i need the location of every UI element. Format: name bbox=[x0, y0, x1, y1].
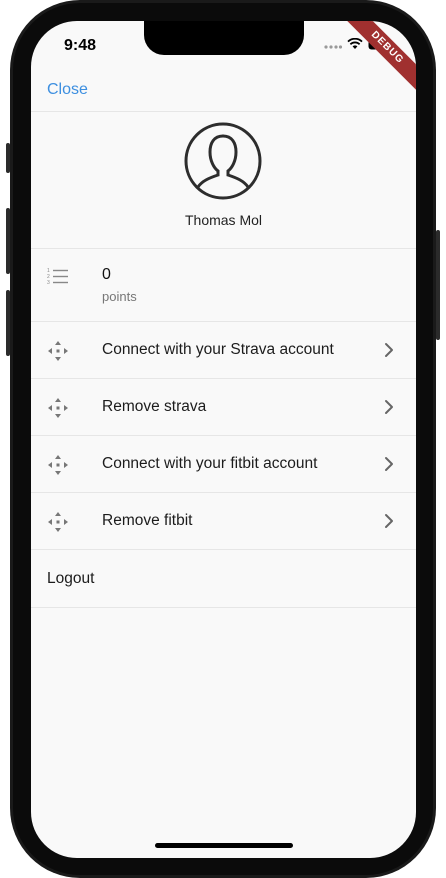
profile-header: Thomas Mol bbox=[31, 112, 416, 249]
silent-switch bbox=[6, 143, 10, 173]
volume-up-button bbox=[6, 208, 10, 274]
move-arrows-icon bbox=[47, 340, 69, 362]
connect-fitbit-label: Connect with your fitbit account bbox=[102, 455, 318, 472]
remove-fitbit-label: Remove fitbit bbox=[102, 512, 193, 529]
chevron-right-icon bbox=[384, 513, 394, 529]
points-value: 0 bbox=[102, 266, 111, 283]
power-button bbox=[436, 230, 440, 340]
display-notch bbox=[144, 21, 304, 55]
points-row: 1 2 3 0 points bbox=[31, 249, 416, 322]
connect-strava-label: Connect with your Strava account bbox=[102, 341, 334, 358]
volume-down-button bbox=[6, 290, 10, 356]
numbered-list-icon: 1 2 3 bbox=[47, 267, 69, 292]
chevron-right-icon bbox=[384, 456, 394, 472]
connect-fitbit-item[interactable]: Connect with your fitbit account bbox=[31, 436, 416, 493]
logout-label: Logout bbox=[47, 570, 95, 587]
logout-button[interactable]: Logout bbox=[31, 551, 416, 608]
remove-strava-label: Remove strava bbox=[102, 398, 207, 415]
points-label: points bbox=[102, 289, 137, 304]
top-nav-bar: Close bbox=[31, 71, 416, 112]
move-arrows-icon bbox=[47, 511, 69, 533]
chevron-right-icon bbox=[384, 342, 394, 358]
remove-strava-item[interactable]: Remove strava bbox=[31, 379, 416, 436]
profile-name: Thomas Mol bbox=[184, 212, 263, 228]
home-indicator[interactable] bbox=[155, 843, 293, 848]
wifi-icon bbox=[347, 37, 363, 55]
connect-strava-item[interactable]: Connect with your Strava account bbox=[31, 322, 416, 379]
app-screen: 9:48 DEBUG Close Thomas Mol 1 2 3 0 poin… bbox=[31, 21, 416, 858]
person-outline-icon bbox=[183, 121, 263, 201]
move-arrows-icon bbox=[47, 397, 69, 419]
svg-text:3: 3 bbox=[47, 280, 50, 286]
chevron-right-icon bbox=[384, 399, 394, 415]
status-time: 9:48 bbox=[64, 37, 97, 54]
signal-dots-icon bbox=[324, 37, 343, 55]
close-button[interactable]: Close bbox=[47, 81, 88, 99]
move-arrows-icon bbox=[47, 454, 69, 476]
remove-fitbit-item[interactable]: Remove fitbit bbox=[31, 493, 416, 550]
